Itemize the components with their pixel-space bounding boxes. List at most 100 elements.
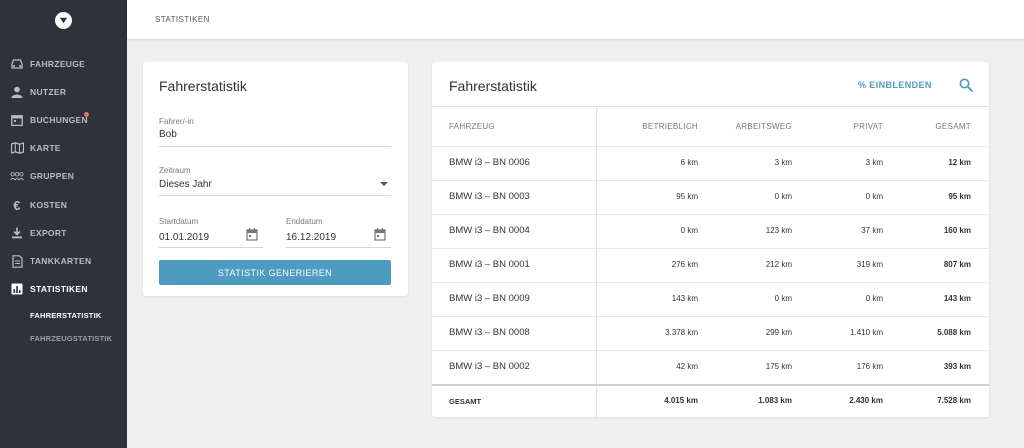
column-header-arbeitsweg[interactable]: ARBEITSWEG bbox=[692, 122, 792, 131]
search-icon[interactable] bbox=[959, 78, 973, 92]
km-cell: 3 km bbox=[865, 158, 883, 167]
row-divider bbox=[432, 180, 989, 181]
km-cell: 37 km bbox=[861, 226, 883, 235]
column-separator bbox=[596, 107, 597, 417]
sidebar-item-export[interactable]: Export bbox=[0, 219, 127, 247]
end-date-underline bbox=[286, 247, 391, 248]
km-cell: 299 km bbox=[765, 328, 792, 337]
sidebar-item-nutzer[interactable]: Nutzer bbox=[0, 78, 127, 106]
sidebar-item-label: Statistiken bbox=[30, 284, 88, 294]
km-cell: 0 km bbox=[774, 294, 792, 303]
car-icon bbox=[10, 57, 24, 71]
statistics-form-card: Fahrerstatistik Fahrer/-in Bob Zeitraum … bbox=[143, 62, 408, 296]
user-icon bbox=[10, 85, 24, 99]
show-percent-button[interactable]: % EINBLENDEN bbox=[858, 80, 932, 90]
map-icon bbox=[10, 141, 24, 155]
vehicle-name: BMW i3 – BN 0003 bbox=[449, 191, 530, 202]
sidebar-item-fahrzeuge[interactable]: Fahrzeuge bbox=[0, 50, 127, 78]
sidebar-item-label: Buchungen bbox=[30, 115, 88, 125]
sidebar-item-label: Export bbox=[30, 228, 67, 238]
period-select[interactable]: Dieses Jahr bbox=[159, 179, 212, 190]
km-cell: 143 km bbox=[671, 294, 698, 303]
start-date-field[interactable]: 01.01.2019 bbox=[159, 232, 209, 243]
km-cell: 393 km bbox=[943, 362, 971, 371]
sidebar-item-buchungen[interactable]: Buchungen bbox=[0, 106, 127, 134]
vehicle-name: BMW i3 – BN 0001 bbox=[449, 259, 530, 270]
sidebar-item-kosten[interactable]: € Kosten bbox=[0, 191, 127, 219]
row-divider bbox=[432, 282, 989, 283]
start-date-label: Startdatum bbox=[159, 217, 199, 226]
end-date-field[interactable]: 16.12.2019 bbox=[286, 232, 336, 243]
table-title: Fahrerstatistik bbox=[449, 78, 537, 94]
bar-chart-icon bbox=[10, 282, 24, 296]
km-cell: 176 km bbox=[856, 362, 883, 371]
statistics-table-card: Fahrerstatistik % EINBLENDEN FAHRZEUG BET… bbox=[432, 62, 989, 417]
period-label: Zeitraum bbox=[159, 166, 191, 175]
period-select-underline bbox=[159, 195, 391, 196]
sidebar-item-karte[interactable]: Karte bbox=[0, 134, 127, 162]
end-date-label: Enddatum bbox=[286, 217, 323, 226]
km-cell: 95 km bbox=[676, 192, 698, 201]
driver-field-underline bbox=[159, 146, 391, 147]
km-cell: 5.088 km bbox=[937, 328, 971, 337]
top-bar: STATISTIKEN bbox=[127, 0, 1024, 39]
breadcrumb[interactable]: STATISTIKEN bbox=[155, 15, 210, 24]
start-date-underline bbox=[159, 247, 263, 248]
vehicle-name: BMW i3 – BN 0004 bbox=[449, 225, 530, 236]
row-divider bbox=[432, 248, 989, 249]
calendar-icon[interactable] bbox=[374, 228, 386, 241]
column-header-fahrzeug[interactable]: FAHRZEUG bbox=[449, 122, 495, 131]
total-km-cell: 4.015 km bbox=[664, 396, 698, 405]
sidebar-item-gruppen[interactable]: Gruppen bbox=[0, 162, 127, 190]
sidebar-item-label: Kosten bbox=[30, 200, 68, 210]
sidebar: Fahrzeuge Nutzer Buchungen Karte Gruppen € Kos… bbox=[0, 0, 127, 448]
table-header-divider bbox=[432, 106, 989, 107]
km-cell: 276 km bbox=[671, 260, 698, 269]
km-cell: 160 km bbox=[943, 226, 971, 235]
km-cell: 6 km bbox=[680, 158, 698, 167]
sidebar-item-label: Nutzer bbox=[30, 87, 67, 97]
sidebar-item-label: Fahrzeuge bbox=[30, 59, 86, 69]
total-label: GESAMT bbox=[449, 397, 482, 406]
column-header-betrieblich[interactable]: BETRIEBLICH bbox=[598, 122, 698, 131]
document-icon bbox=[10, 254, 24, 268]
sidebar-item-tankkarten[interactable]: Tankkarten bbox=[0, 247, 127, 275]
calendar-icon bbox=[10, 113, 24, 127]
km-cell: 3 km bbox=[774, 158, 792, 167]
subnav-item-fahrzeugstatistik[interactable]: FAHRZEUGSTATISTIK bbox=[30, 334, 112, 343]
sidebar-item-statistiken[interactable]: Statistiken bbox=[0, 275, 127, 303]
vehicle-name: BMW i3 – BN 0002 bbox=[449, 361, 530, 372]
km-cell: 143 km bbox=[943, 294, 971, 303]
row-divider bbox=[432, 316, 989, 317]
logo-icon[interactable] bbox=[55, 12, 72, 29]
km-cell: 123 km bbox=[765, 226, 792, 235]
km-cell: 3.378 km bbox=[665, 328, 698, 337]
group-icon bbox=[10, 169, 24, 183]
chevron-down-icon[interactable] bbox=[380, 182, 388, 186]
sidebar-item-label: Gruppen bbox=[30, 171, 75, 181]
calendar-icon[interactable] bbox=[246, 228, 258, 241]
driver-label: Fahrer/-in bbox=[159, 117, 194, 126]
total-km-cell: 2.430 km bbox=[849, 396, 883, 405]
generate-statistics-button[interactable]: STATISTIK GENERIEREN bbox=[159, 260, 391, 285]
notification-badge bbox=[84, 112, 89, 117]
km-cell: 12 km bbox=[948, 158, 971, 167]
km-cell: 319 km bbox=[856, 260, 883, 269]
km-cell: 42 km bbox=[676, 362, 698, 371]
driver-field[interactable]: Bob bbox=[159, 129, 177, 140]
km-cell: 0 km bbox=[865, 294, 883, 303]
column-header-gesamt[interactable]: GESAMT bbox=[871, 122, 971, 131]
vehicle-name: BMW i3 – BN 0009 bbox=[449, 293, 530, 304]
sidebar-item-label: Karte bbox=[30, 143, 61, 153]
km-cell: 95 km bbox=[948, 192, 971, 201]
km-cell: 212 km bbox=[765, 260, 792, 269]
column-header-privat[interactable]: PRIVAT bbox=[783, 122, 883, 131]
vehicle-name: BMW i3 – BN 0008 bbox=[449, 327, 530, 338]
total-km-cell: 1.083 km bbox=[758, 396, 792, 405]
km-cell: 0 km bbox=[865, 192, 883, 201]
row-divider bbox=[432, 146, 989, 147]
km-cell: 1.410 km bbox=[850, 328, 883, 337]
subnav-item-fahrerstatistik[interactable]: FAHRERSTATISTIK bbox=[30, 311, 101, 320]
km-cell: 0 km bbox=[680, 226, 698, 235]
euro-icon: € bbox=[13, 197, 21, 213]
